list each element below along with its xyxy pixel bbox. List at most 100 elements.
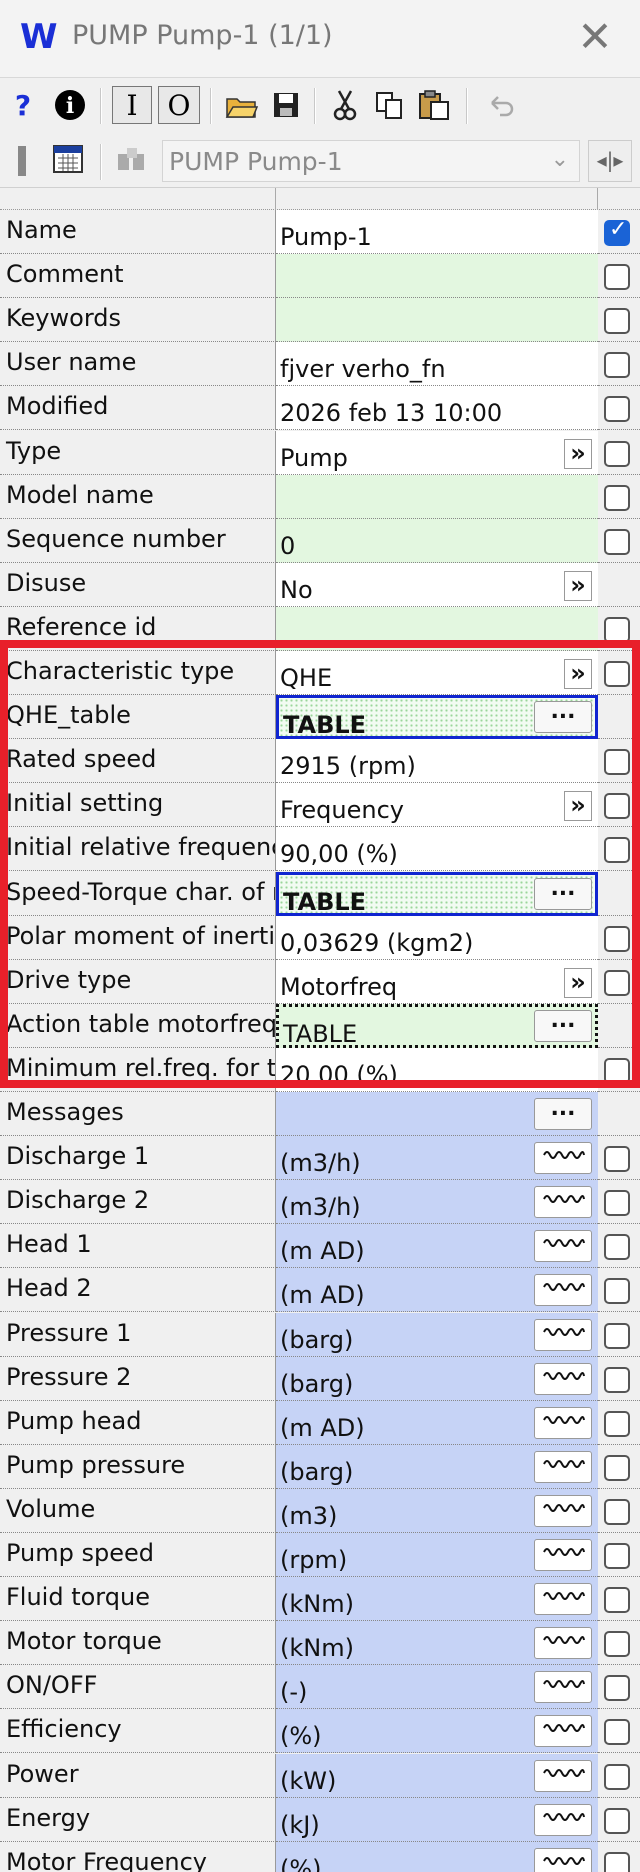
table-row: Head 2 (m AD) [0,1268,640,1313]
plot-button[interactable] [534,1803,592,1836]
plot-button[interactable] [534,1759,592,1792]
row-checkbox[interactable] [604,793,630,820]
property-label: Pump head [0,1400,276,1445]
plot-button[interactable] [534,1274,592,1307]
row-checkbox[interactable] [604,1543,630,1569]
row-checkbox[interactable] [604,1190,630,1217]
output-mode-button[interactable]: O [158,86,200,124]
property-value[interactable]: No [276,562,598,607]
table-row: Energy (kJ) [0,1797,640,1842]
row-checkbox[interactable] [604,616,630,643]
property-value[interactable] [276,474,598,519]
input-mode-button[interactable]: I [112,86,152,124]
dropdown-button[interactable]: » [564,659,592,689]
copy-icon[interactable] [370,86,408,124]
row-checkbox[interactable] [604,837,630,864]
table-row: Discharge 2 (m3/h) [0,1180,640,1225]
plot-button[interactable] [534,1362,592,1395]
property-value[interactable]: 2915 (rpm) [276,739,598,784]
paste-icon[interactable] [414,86,454,124]
row-checkbox[interactable] [604,1146,630,1173]
row-checkbox[interactable] [604,969,630,996]
title-bar: W PUMP Pump-1 (1/1) ✕ [0,0,640,78]
row-checkbox[interactable] [604,1851,630,1872]
pin-icon[interactable] [10,142,34,180]
plot-button[interactable] [534,1494,592,1527]
row-checkbox[interactable] [604,1807,630,1834]
row-checkbox[interactable] [604,1234,630,1261]
row-checkbox[interactable] [604,1410,630,1437]
plot-button[interactable] [534,1671,592,1704]
row-checkbox[interactable] [604,925,630,952]
row-checkbox[interactable] [604,1366,630,1393]
property-value[interactable]: Motorfreq [276,959,598,1004]
plot-button[interactable] [534,1230,592,1263]
property-value[interactable]: QHE [276,651,598,695]
row-checkbox[interactable] [604,749,630,776]
info-icon[interactable]: i [50,86,90,124]
row-checkbox[interactable] [604,1631,630,1658]
plot-button[interactable] [534,1450,592,1483]
cut-icon[interactable] [326,86,364,124]
row-checkbox[interactable] [604,1763,630,1790]
plot-button[interactable] [534,1847,592,1872]
dropdown-button[interactable]: » [564,570,592,601]
undo-icon[interactable] [484,86,520,124]
row-checkbox[interactable] [604,440,630,467]
property-value[interactable]: 0 [276,518,598,563]
row-checkbox[interactable] [604,396,630,423]
property-label: Initial setting [0,783,276,828]
ellipsis-button[interactable]: ... [534,1009,592,1042]
object-selector[interactable]: PUMP Pump-1 ⌄ [162,140,580,182]
row-checkbox[interactable] [604,528,630,555]
property-value[interactable]: Pump [276,430,598,475]
property-value[interactable]: Pump-1 [276,210,598,254]
row-checkbox[interactable] [604,1675,630,1702]
row-checkbox[interactable] [604,1454,630,1481]
property-value[interactable] [276,606,598,651]
row-checkbox[interactable] [604,352,630,379]
split-view-button[interactable]: ◂|▸ [588,140,632,182]
close-button[interactable]: ✕ [575,16,615,58]
plot-button[interactable] [534,1186,592,1219]
plot-button[interactable] [534,1318,592,1351]
table-row: Action table motorfreq. TABLE... [0,1003,640,1048]
plot-button[interactable] [534,1406,592,1439]
plot-button[interactable] [534,1627,592,1660]
row-checkbox[interactable] [604,661,630,687]
property-value[interactable] [276,298,598,343]
dropdown-button[interactable]: » [564,967,592,998]
plot-button[interactable] [534,1142,592,1175]
table-row: Rated speed 2915 (rpm) [0,739,640,784]
row-checkbox[interactable] [604,217,630,246]
ellipsis-button[interactable]: ... [534,701,592,734]
dropdown-button[interactable]: » [564,791,592,822]
open-folder-icon[interactable] [222,86,262,124]
row-checkbox[interactable] [604,1057,630,1084]
property-value[interactable]: 20,00 (%) [276,1047,598,1092]
row-checkbox[interactable] [604,308,630,335]
row-checkbox[interactable] [604,1587,630,1614]
help-icon[interactable]: ? [6,86,40,124]
row-checkbox[interactable] [604,484,630,511]
plot-button[interactable] [534,1539,592,1571]
save-icon[interactable] [268,86,304,124]
property-value[interactable]: 90,00 (%) [276,827,598,872]
property-value[interactable]: Frequency [276,783,598,828]
plot-button[interactable] [534,1583,592,1616]
ellipsis-button[interactable]: ... [534,877,592,910]
property-value[interactable]: fjver verho_fn [276,342,598,387]
row-checkbox[interactable] [604,1278,630,1305]
property-value[interactable] [276,254,598,299]
find-icon[interactable] [112,140,152,178]
ellipsis-button[interactable]: ... [534,1098,592,1130]
row-checkbox[interactable] [604,1719,630,1746]
row-checkbox[interactable] [604,264,630,291]
calendar-icon[interactable] [48,140,88,178]
property-value[interactable]: 0,03629 (kgm2) [276,915,598,960]
row-checkbox[interactable] [604,1322,630,1349]
row-checkbox[interactable] [604,1498,630,1525]
dropdown-button[interactable]: » [564,438,592,469]
property-value[interactable]: 2026 feb 13 10:00 [276,386,598,431]
plot-button[interactable] [534,1715,592,1748]
